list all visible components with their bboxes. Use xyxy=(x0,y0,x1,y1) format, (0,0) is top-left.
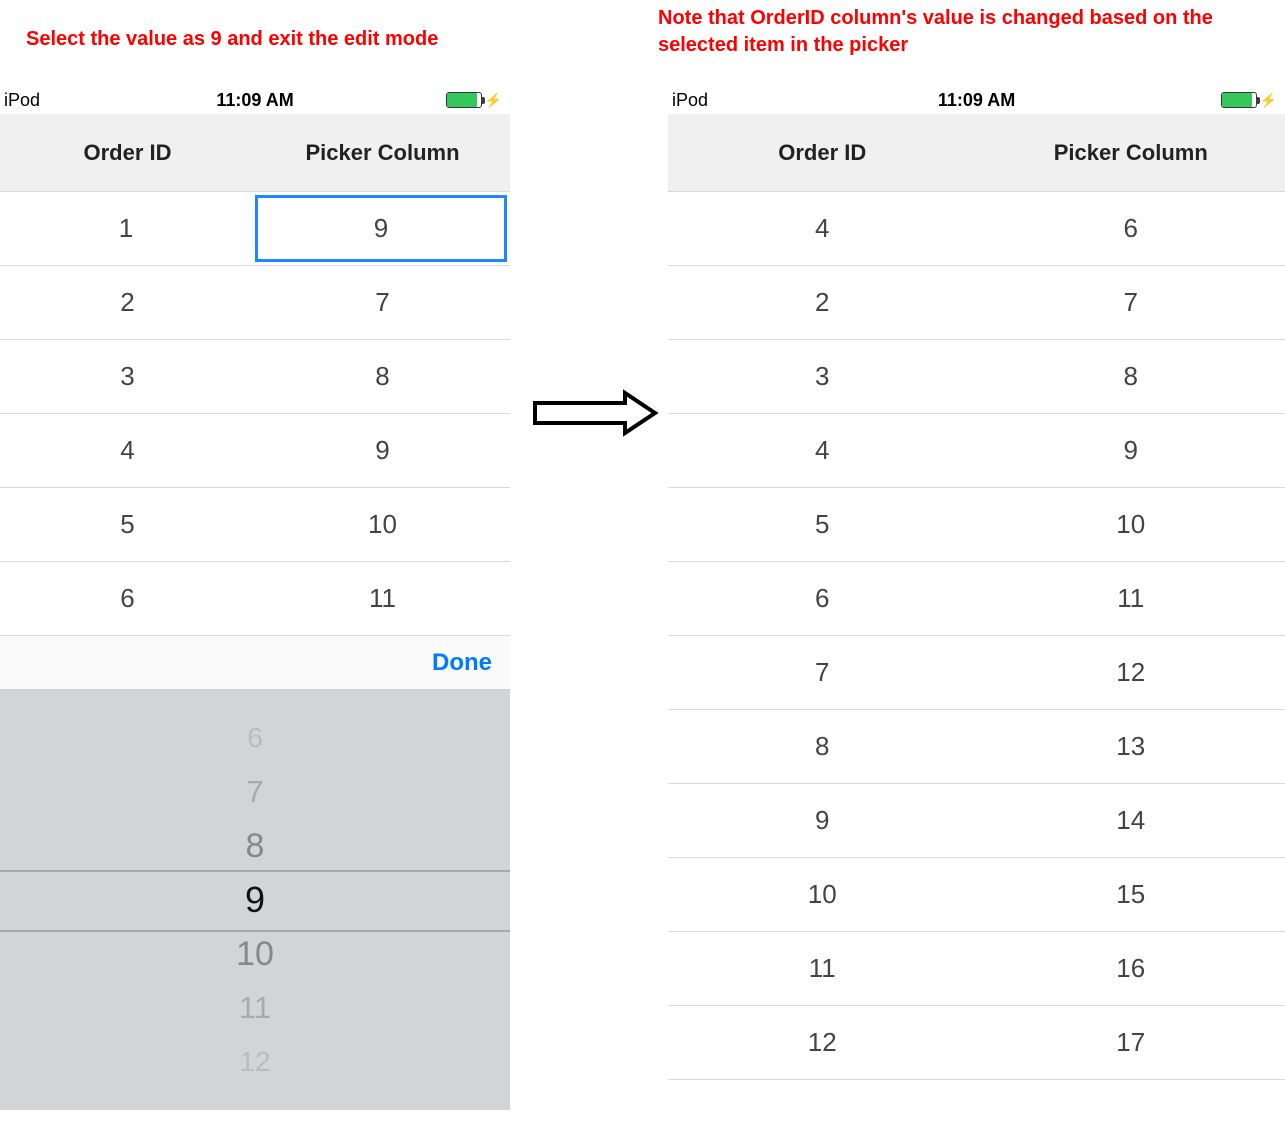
arrow-icon xyxy=(530,388,660,438)
cell-picker[interactable]: 6 xyxy=(977,192,1285,265)
picker-item[interactable]: 10 xyxy=(0,927,510,981)
status-time: 11:09 AM xyxy=(0,90,510,111)
header-picker-column: Picker Column xyxy=(977,140,1285,166)
table-row[interactable]: 9 14 xyxy=(668,784,1285,858)
cell-order-id: 1 xyxy=(0,192,252,265)
cell-order-id: 10 xyxy=(668,858,977,931)
picker-item[interactable]: 11 xyxy=(0,981,510,1035)
cell-order-id: 2 xyxy=(0,266,255,339)
cell-picker[interactable]: 12 xyxy=(977,636,1285,709)
cell-order-id: 5 xyxy=(0,488,255,561)
table-row[interactable]: 3 8 xyxy=(668,340,1285,414)
status-carrier: iPod xyxy=(4,90,40,111)
caption-right: Note that OrderID column's value is chan… xyxy=(658,5,1278,59)
cell-picker[interactable]: 17 xyxy=(977,1006,1285,1079)
cell-order-id: 6 xyxy=(668,562,977,635)
cell-order-id: 4 xyxy=(668,414,977,487)
table-row[interactable]: 6 11 xyxy=(0,562,510,636)
header-order-id: Order ID xyxy=(668,140,977,166)
cell-order-id: 7 xyxy=(668,636,977,709)
cell-order-id: 4 xyxy=(668,192,977,265)
cell-order-id: 2 xyxy=(668,266,977,339)
cell-picker[interactable]: 11 xyxy=(977,562,1285,635)
header-picker-column: Picker Column xyxy=(255,140,510,166)
cell-order-id: 9 xyxy=(668,784,977,857)
table-row[interactable]: 7 12 xyxy=(668,636,1285,710)
phone-right: iPod 11:09 AM ⚡ Order ID Picker Column 4… xyxy=(668,86,1285,1080)
cell-picker[interactable]: 9 xyxy=(255,414,510,487)
cell-picker[interactable]: 15 xyxy=(977,858,1285,931)
table-row[interactable]: 10 15 xyxy=(668,858,1285,932)
table-row[interactable]: 6 11 xyxy=(668,562,1285,636)
header-order-id: Order ID xyxy=(0,140,255,166)
picker-item[interactable]: 6 xyxy=(0,711,510,765)
picker-item[interactable]: 7 xyxy=(0,765,510,819)
table-row[interactable]: 1 9 xyxy=(0,192,510,266)
table-row[interactable]: 3 8 xyxy=(0,340,510,414)
grid-header: Order ID Picker Column xyxy=(668,114,1285,192)
cell-order-id: 8 xyxy=(668,710,977,783)
table-row[interactable]: 4 9 xyxy=(0,414,510,488)
cell-picker[interactable]: 10 xyxy=(255,488,510,561)
cell-order-id: 3 xyxy=(668,340,977,413)
cell-order-id: 3 xyxy=(0,340,255,413)
table-row[interactable]: 4 6 xyxy=(668,192,1285,266)
cell-picker[interactable]: 14 xyxy=(977,784,1285,857)
picker-item-selected[interactable]: 9 xyxy=(0,873,510,927)
table-row[interactable]: 5 10 xyxy=(0,488,510,562)
cell-order-id: 4 xyxy=(0,414,255,487)
status-bar: iPod 11:09 AM ⚡ xyxy=(0,86,510,114)
status-right: ⚡ xyxy=(1221,92,1277,109)
charging-icon: ⚡ xyxy=(1260,92,1277,109)
cell-order-id: 11 xyxy=(668,932,977,1005)
cell-order-id: 5 xyxy=(668,488,977,561)
status-carrier: iPod xyxy=(672,90,708,111)
status-time: 11:09 AM xyxy=(668,90,1285,111)
table-row[interactable]: 2 7 xyxy=(668,266,1285,340)
picker-list[interactable]: 6 7 8 9 10 11 12 xyxy=(0,711,510,1089)
cell-order-id: 6 xyxy=(0,562,255,635)
cell-picker[interactable]: 7 xyxy=(977,266,1285,339)
cell-picker[interactable]: 13 xyxy=(977,710,1285,783)
picker-item[interactable]: 12 xyxy=(0,1035,510,1089)
table-row[interactable]: 5 10 xyxy=(668,488,1285,562)
table-row[interactable]: 4 9 xyxy=(668,414,1285,488)
grid-header: Order ID Picker Column xyxy=(0,114,510,192)
cell-picker-editing[interactable]: 9 xyxy=(252,192,510,265)
charging-icon: ⚡ xyxy=(485,92,502,109)
caption-left: Select the value as 9 and exit the edit … xyxy=(26,26,438,53)
battery-icon xyxy=(446,92,482,108)
cell-picker[interactable]: 11 xyxy=(255,562,510,635)
table-row[interactable]: 8 13 xyxy=(668,710,1285,784)
grid-body-left: 1 9 2 7 3 8 4 9 5 10 6 11 xyxy=(0,192,510,636)
table-row[interactable]: 12 17 xyxy=(668,1006,1285,1080)
table-row[interactable]: 2 7 xyxy=(0,266,510,340)
phone-left: iPod 11:09 AM ⚡ Order ID Picker Column 1… xyxy=(0,86,510,1110)
cell-picker[interactable]: 10 xyxy=(977,488,1285,561)
battery-icon xyxy=(1221,92,1257,108)
done-button[interactable]: Done xyxy=(432,649,492,677)
table-row[interactable]: 11 16 xyxy=(668,932,1285,1006)
cell-picker[interactable]: 8 xyxy=(977,340,1285,413)
picker-toolbar: Done xyxy=(0,636,510,690)
picker-item[interactable]: 8 xyxy=(0,819,510,873)
cell-order-id: 12 xyxy=(668,1006,977,1079)
status-right: ⚡ xyxy=(446,92,502,109)
cell-picker[interactable]: 7 xyxy=(255,266,510,339)
cell-picker[interactable]: 8 xyxy=(255,340,510,413)
cell-picker[interactable]: 16 xyxy=(977,932,1285,1005)
edit-box[interactable]: 9 xyxy=(255,195,507,262)
picker-wheel[interactable]: 6 7 8 9 10 11 12 xyxy=(0,690,510,1110)
grid-body-right: 4 6 2 7 3 8 4 9 5 10 6 11 7 12 8 13 xyxy=(668,192,1285,1080)
status-bar: iPod 11:09 AM ⚡ xyxy=(668,86,1285,114)
cell-picker[interactable]: 9 xyxy=(977,414,1285,487)
